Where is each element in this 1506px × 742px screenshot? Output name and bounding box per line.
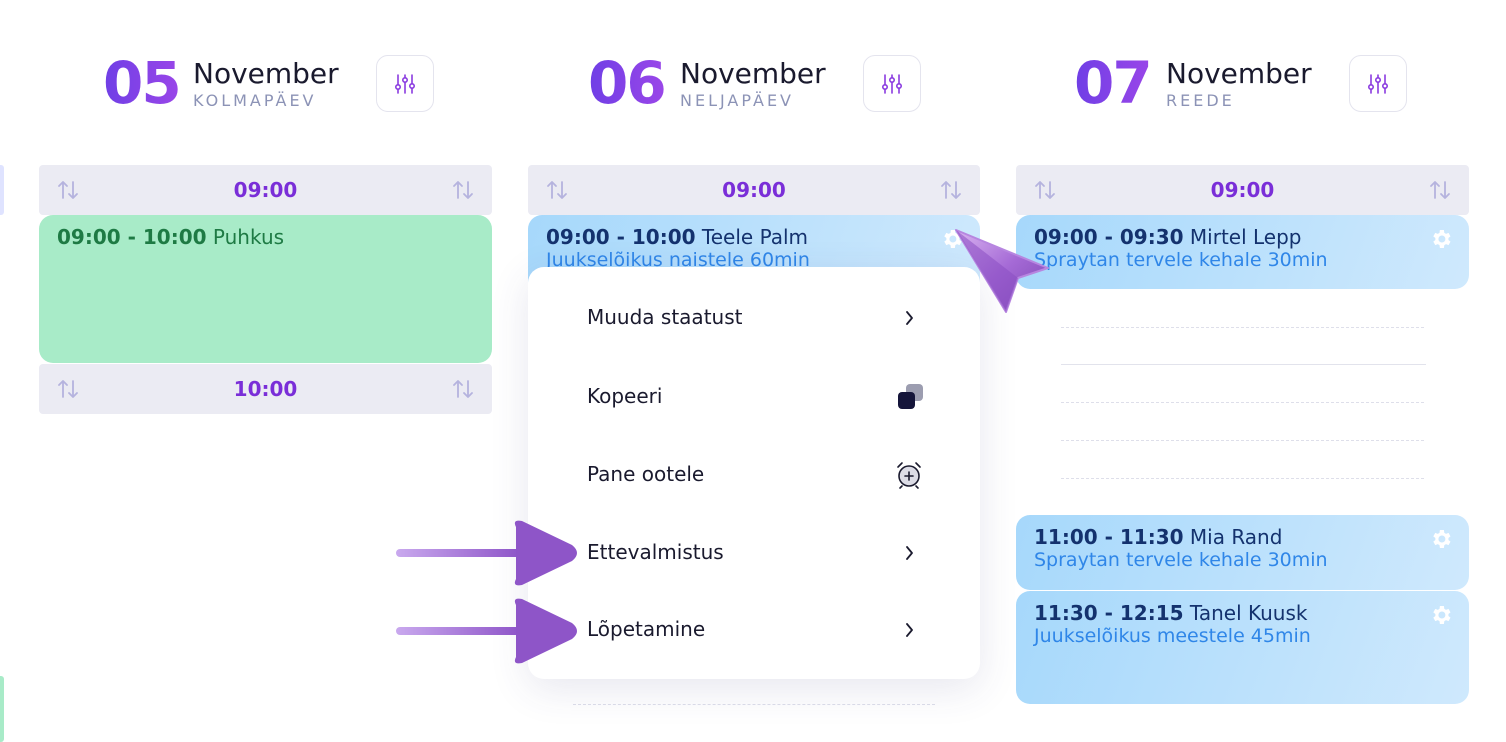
menu-item-finishing[interactable]: Lõpetamine — [528, 604, 980, 654]
event-card[interactable]: 09:00 - 09:30 Mirtel Lepp Spraytan terve… — [1016, 215, 1469, 289]
chevron-right-icon — [894, 540, 924, 566]
sort-icon[interactable] — [452, 180, 474, 200]
slot-divider — [573, 704, 935, 705]
event-title: Tanel Kuusk — [1189, 601, 1308, 625]
prev-column-edge — [0, 165, 4, 215]
time-label: 09:00 — [722, 178, 786, 202]
hour-divider — [1061, 364, 1426, 365]
day-month: November — [193, 57, 339, 90]
gear-icon[interactable] — [1429, 603, 1453, 627]
event-time: 09:00 - 10:00 — [546, 225, 696, 249]
event-card[interactable]: 11:30 - 12:15 Tanel Kuusk Juukselõikus m… — [1016, 591, 1469, 704]
event-header: 09:00 - 10:00 Puhkus — [57, 225, 474, 249]
day-number: 06 — [588, 49, 667, 117]
context-menu: Muuda staatust Kopeeri Pane ootele Ettev… — [528, 267, 980, 679]
filter-button[interactable] — [863, 55, 921, 112]
chevron-right-icon — [894, 617, 924, 643]
menu-item-change-status[interactable]: Muuda staatust — [528, 292, 980, 342]
event-card[interactable]: 11:00 - 11:30 Mia Rand Spraytan tervele … — [1016, 515, 1469, 590]
time-slot-bar[interactable]: 09:00 — [528, 165, 980, 215]
time-slot-bar[interactable]: 09:00 — [39, 165, 492, 215]
time-slot-bar[interactable]: 10:00 — [39, 364, 492, 414]
alarm-add-icon — [894, 462, 924, 489]
event-title: Mia Rand — [1189, 525, 1283, 549]
menu-item-label: Muuda staatust — [587, 305, 743, 329]
day-header-05: 05 November KOLMAPÄEV — [103, 49, 443, 117]
event-time: 11:30 - 12:15 — [1034, 601, 1184, 625]
cursor-arrow-icon — [955, 229, 1049, 313]
menu-item-label: Kopeeri — [587, 384, 663, 408]
menu-item-label: Lõpetamine — [587, 617, 706, 641]
event-time: 11:00 - 11:30 — [1034, 525, 1184, 549]
event-time: 09:00 - 10:00 — [57, 225, 207, 249]
sort-icon[interactable] — [1034, 180, 1056, 200]
day-header-07: 07 November REEDE — [1074, 49, 1414, 117]
event-service: Spraytan tervele kehale 30min — [1034, 549, 1328, 571]
sort-icon[interactable] — [1429, 180, 1451, 200]
event-header: 09:00 - 09:30 Mirtel Lepp — [1034, 225, 1451, 249]
time-label: 10:00 — [233, 377, 298, 401]
day-header-06: 06 November NELJAPÄEV — [588, 49, 928, 117]
day-weekday: KOLMAPÄEV — [193, 91, 317, 110]
copy-icon — [894, 384, 924, 410]
menu-item-preparation[interactable]: Ettevalmistus — [528, 527, 980, 577]
menu-item-put-on-hold[interactable]: Pane ootele — [528, 449, 980, 499]
day-weekday: NELJAPÄEV — [680, 91, 794, 110]
pointer-arrow-icon — [396, 598, 577, 664]
event-title: Puhkus — [212, 225, 285, 249]
slot-divider — [1061, 440, 1424, 441]
menu-item-label: Pane ootele — [587, 462, 705, 486]
pointer-arrow-icon — [396, 520, 577, 586]
event-header: 11:00 - 11:30 Mia Rand — [1034, 525, 1451, 549]
event-service: Juukselõikus meestele 45min — [1034, 625, 1311, 647]
menu-item-copy[interactable]: Kopeeri — [528, 371, 980, 421]
prev-column-event-edge — [0, 676, 4, 742]
sliders-icon — [1367, 73, 1389, 94]
sliders-icon — [881, 73, 903, 94]
sort-icon[interactable] — [940, 180, 962, 200]
filter-button[interactable] — [376, 55, 434, 112]
sort-icon[interactable] — [57, 180, 79, 200]
gear-icon[interactable] — [1429, 227, 1453, 251]
slot-divider — [1061, 478, 1424, 479]
event-header: 11:30 - 12:15 Tanel Kuusk — [1034, 601, 1451, 625]
sort-icon[interactable] — [452, 379, 474, 399]
day-number: 07 — [1074, 49, 1153, 117]
gear-icon[interactable] — [1429, 527, 1453, 551]
slot-divider — [1061, 327, 1424, 328]
sliders-icon — [394, 73, 416, 94]
day-number: 05 — [103, 49, 182, 117]
time-slot-bar[interactable]: 09:00 — [1016, 165, 1469, 215]
day-month: November — [1166, 57, 1312, 90]
event-time: 09:00 - 09:30 — [1034, 225, 1184, 249]
day-month: November — [680, 57, 826, 90]
menu-item-label: Ettevalmistus — [587, 540, 724, 564]
event-title: Teele Palm — [701, 225, 809, 249]
slot-divider — [1061, 402, 1424, 403]
chevron-right-icon — [894, 305, 924, 331]
event-title: Mirtel Lepp — [1189, 225, 1302, 249]
event-card[interactable]: 09:00 - 10:00 Puhkus — [39, 215, 492, 363]
time-label: 09:00 — [233, 178, 298, 202]
time-label: 09:00 — [1210, 178, 1275, 202]
day-weekday: REEDE — [1166, 91, 1235, 110]
event-header: 09:00 - 10:00 Teele Palm — [546, 225, 962, 249]
sort-icon[interactable] — [546, 180, 568, 200]
filter-button[interactable] — [1349, 55, 1407, 112]
event-service: Spraytan tervele kehale 30min — [1034, 249, 1328, 271]
sort-icon[interactable] — [57, 379, 79, 399]
